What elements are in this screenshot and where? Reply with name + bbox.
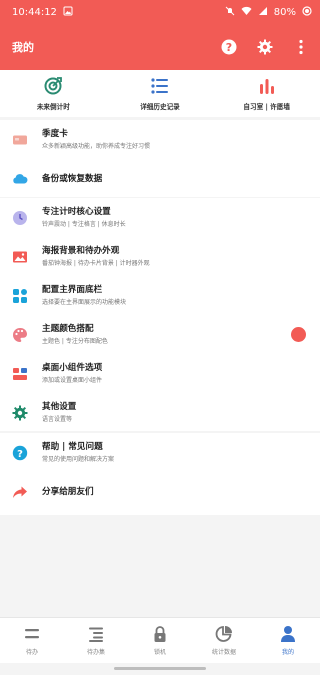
system-nav-bar: [0, 663, 320, 675]
row-title: 主题颜色搭配: [42, 323, 94, 334]
grid-icon: [12, 288, 28, 304]
quick-label-history: 详细历史记录: [140, 103, 180, 111]
list-item-share[interactable]: 分享给朋友们: [0, 472, 320, 511]
help-circle-icon[interactable]: ?: [220, 38, 238, 56]
person-icon: [279, 625, 297, 643]
tab-mine[interactable]: 我的: [256, 618, 320, 663]
tab-label: 待办: [25, 649, 38, 656]
wifi-icon: [241, 6, 252, 19]
row-title: 配置主界面底栏: [42, 284, 103, 295]
pie-chart-icon: [215, 625, 233, 643]
signal-icon: [258, 6, 268, 19]
settings-group-preferences: 专注计时核心设置 铃声震动 | 专注格言 | 休息时长 海报背景和待办外观 番茄…: [0, 198, 320, 431]
quick-item-countdown[interactable]: 未来倒计时: [0, 70, 107, 117]
target-icon: [43, 76, 63, 96]
widget-icon: [12, 366, 28, 382]
svg-text:?: ?: [226, 41, 232, 54]
clock-icon: [12, 210, 28, 226]
cloud-icon: [12, 171, 28, 187]
row-subtitle: 番茄钟海报 | 待办卡片背景 | 计时器外观: [42, 259, 150, 267]
row-subtitle: 语言设置等: [42, 415, 73, 423]
history-list-icon: [150, 76, 170, 96]
more-vertical-icon[interactable]: [292, 38, 310, 56]
settings-group-membership: 季度卡 众多新颖高级功能，助你养成专注好习惯 备份或恢复数据: [0, 120, 320, 197]
list-item-theme-color[interactable]: 主题颜色搭配 主题色 | 专注分布图配色: [0, 315, 320, 354]
list-item-backup[interactable]: 备份或恢复数据: [0, 159, 320, 198]
row-subtitle: 选择要在主界面展示的功能模块: [42, 298, 127, 306]
row-subtitle: 添加或设置桌面小组件: [42, 376, 103, 384]
help-icon: ?: [12, 445, 28, 461]
row-subtitle: 常见的使用问题和解决方案: [42, 455, 115, 463]
row-title: 季度卡: [42, 128, 68, 139]
row-title: 桌面小组件选项: [42, 362, 103, 373]
quick-item-history[interactable]: 详细历史记录: [107, 70, 214, 117]
lock-icon: [151, 625, 169, 643]
row-title: 帮助 | 常见问题: [42, 441, 103, 452]
quick-label-study-room: 自习室 | 许愿墙: [243, 103, 290, 111]
settings-group-help: ? 帮助 | 常见问题 常见的使用问题和解决方案 分享给朋友们: [0, 433, 320, 515]
quick-label-countdown: 未来倒计时: [36, 103, 70, 111]
list-item-season-card[interactable]: 季度卡 众多新颖高级功能，助你养成专注好习惯: [0, 120, 320, 159]
status-bar: 10:44:12 80%: [0, 0, 320, 24]
tab-todo[interactable]: 待办: [0, 618, 64, 663]
page-title: 我的: [12, 41, 34, 54]
quick-item-study-room[interactable]: 自习室 | 许愿墙: [213, 70, 320, 117]
share-icon: [12, 484, 28, 500]
tab-todo-set[interactable]: 待办集: [64, 618, 128, 663]
row-subtitle: 主题色 | 专注分布图配色: [42, 337, 108, 345]
todo-set-icon: [87, 625, 105, 643]
tab-label: 我的: [281, 649, 294, 656]
tab-lock[interactable]: 锁机: [128, 618, 192, 663]
tab-label: 锁机: [153, 649, 166, 656]
row-subtitle: 铃声震动 | 专注格言 | 休息时长: [42, 220, 126, 228]
battery-icon: [302, 5, 312, 19]
list-item-focus-settings[interactable]: 专注计时核心设置 铃声震动 | 专注格言 | 休息时长: [0, 198, 320, 237]
tab-statistics[interactable]: 统计数据: [192, 618, 256, 663]
list-item-bottom-bar-config[interactable]: 配置主界面底栏 选择要在主界面展示的功能模块: [0, 276, 320, 315]
list-item-help[interactable]: ? 帮助 | 常见问题 常见的使用问题和解决方案: [0, 433, 320, 472]
list-item-poster-background[interactable]: 海报背景和待办外观 番茄钟海报 | 待办卡片背景 | 计时器外观: [0, 237, 320, 276]
home-indicator[interactable]: [114, 667, 206, 670]
app-bar: 我的 ?: [0, 24, 320, 70]
row-title: 备份或恢复数据: [42, 173, 103, 184]
svg-text:?: ?: [17, 449, 23, 460]
settings-icon: [12, 405, 28, 421]
quick-access-card: 未来倒计时 详细历史记录 自习室 | 许愿墙: [0, 70, 320, 117]
tab-label: 待办集: [86, 649, 105, 656]
mute-icon: [225, 6, 235, 19]
image-icon: [12, 249, 28, 265]
photo-notification-icon: [63, 6, 73, 19]
todo-icon: [23, 625, 41, 643]
theme-color-swatch[interactable]: [291, 327, 306, 342]
palette-icon: [12, 327, 28, 343]
status-time: 10:44:12: [12, 6, 57, 18]
list-item-other-settings[interactable]: 其他设置 语言设置等: [0, 393, 320, 432]
battery-level: 80%: [273, 6, 296, 18]
row-title: 其他设置: [42, 401, 77, 412]
card-icon: [12, 132, 28, 148]
bar-chart-icon: [257, 76, 277, 96]
row-subtitle: 众多新颖高级功能，助你养成专注好习惯: [42, 142, 151, 150]
row-title: 专注计时核心设置: [42, 206, 111, 217]
gear-icon[interactable]: [256, 38, 274, 56]
row-title: 分享给朋友们: [42, 486, 94, 497]
row-title: 海报背景和待办外观: [42, 245, 120, 256]
bottom-tab-bar: 待办 待办集 锁机 统计数据 我的: [0, 617, 320, 663]
list-item-desktop-widget[interactable]: 桌面小组件选项 添加或设置桌面小组件: [0, 354, 320, 393]
tab-label: 统计数据: [211, 649, 236, 656]
